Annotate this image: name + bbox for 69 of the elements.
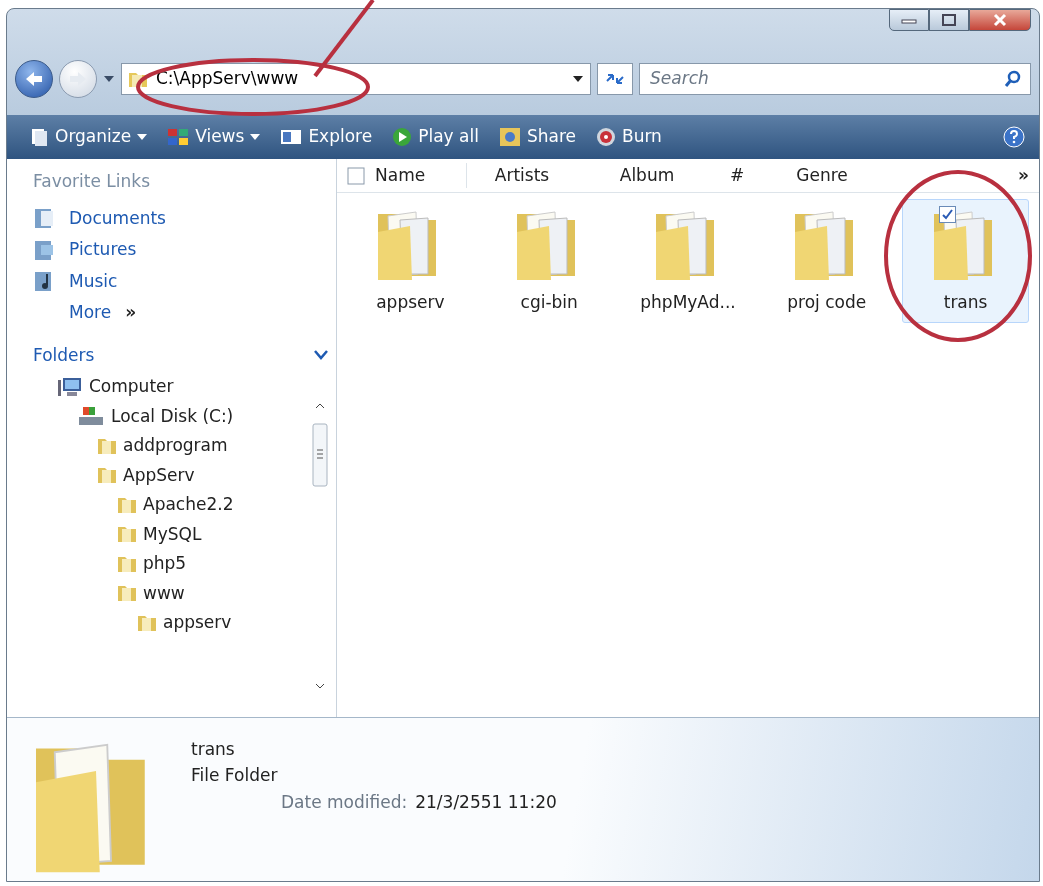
toolbar-button[interactable]: Burn: [587, 120, 670, 154]
more-link[interactable]: More »: [33, 297, 336, 329]
drive-icon: [77, 405, 105, 428]
disc-icon: [595, 127, 616, 147]
address-bar[interactable]: C:\AppServ\www: [121, 63, 591, 95]
search-icon[interactable]: [1004, 70, 1022, 88]
tree-item[interactable]: Computer: [57, 372, 174, 402]
picture-icon: [33, 238, 55, 261]
photo-icon: [498, 127, 521, 147]
window-icon: [280, 129, 303, 145]
grid-icon: [167, 128, 190, 146]
caret-icon: [137, 133, 148, 141]
minimize-icon: [901, 16, 917, 24]
back-button[interactable]: [15, 60, 53, 98]
favorite-link[interactable]: Documents: [33, 202, 336, 234]
maximize-button[interactable]: [929, 9, 969, 31]
refresh-button[interactable]: [597, 63, 633, 95]
column-header[interactable]: Name: [337, 162, 467, 189]
tree-item[interactable]: www: [117, 578, 185, 608]
folder-item[interactable]: phpMyAd...: [624, 199, 752, 323]
maximize-icon: [941, 13, 957, 27]
folder-icon: [117, 583, 137, 604]
folder-item[interactable]: cgi-bin: [485, 199, 613, 323]
checkbox[interactable]: [347, 166, 365, 185]
column-header[interactable]: Artists: [467, 162, 577, 189]
chevron-icon[interactable]: [314, 350, 328, 361]
favorite-link[interactable]: Pictures: [33, 234, 336, 266]
folder-item[interactable]: proj code: [763, 199, 891, 323]
computer-icon: [57, 375, 83, 398]
toolbar-button[interactable]: Play all: [384, 120, 487, 154]
tree-item[interactable]: php5: [117, 549, 187, 579]
checkbox[interactable]: [939, 206, 957, 223]
tree-item[interactable]: AppServ: [97, 460, 195, 490]
tree-item[interactable]: addprogram: [97, 431, 228, 461]
refresh-icon: [604, 71, 626, 87]
toolbar-button[interactable]: Explore: [272, 120, 381, 154]
back-arrow-icon: [24, 70, 44, 88]
close-button[interactable]: [969, 9, 1031, 31]
caret-icon: [250, 133, 261, 141]
section-title: Folders: [33, 343, 95, 367]
date-value: 21/3/2551 11:20: [415, 790, 557, 814]
tree-item[interactable]: appserv: [137, 608, 232, 638]
dropdown-icon[interactable]: [572, 74, 584, 84]
search-box[interactable]: Search: [639, 63, 1031, 95]
date-label: Date modified:: [281, 790, 408, 814]
folder-icon: [117, 524, 137, 545]
close-icon: [993, 13, 1007, 27]
document-icon: [33, 207, 55, 230]
toolbar-button[interactable]: Organize: [21, 120, 156, 154]
tree-item[interactable]: MySQL: [117, 519, 202, 549]
column-header[interactable]: Genre: [757, 162, 887, 189]
column-header[interactable]: #: [717, 162, 757, 189]
toolbar-button[interactable]: Views: [159, 120, 269, 154]
more-columns-button[interactable]: »: [1008, 162, 1039, 189]
file-name: trans: [191, 738, 236, 761]
tree-item[interactable]: Apache2.2: [117, 490, 234, 520]
folder-item[interactable]: trans: [902, 199, 1029, 323]
favorite-link[interactable]: Music: [33, 265, 336, 297]
column-header[interactable]: Album: [577, 162, 717, 189]
file-type: File Folder: [191, 764, 279, 788]
folder-icon: [97, 465, 117, 486]
help-icon[interactable]: [1003, 126, 1025, 148]
section-title: Favorite Links: [33, 170, 151, 193]
minimize-button[interactable]: [889, 9, 929, 31]
folder-item[interactable]: appserv: [347, 199, 474, 323]
play-icon: [392, 127, 413, 147]
tree-item[interactable]: Local Disk (C:): [77, 401, 234, 431]
toolbar-button[interactable]: Share: [490, 120, 584, 154]
documents-icon: [29, 127, 49, 147]
